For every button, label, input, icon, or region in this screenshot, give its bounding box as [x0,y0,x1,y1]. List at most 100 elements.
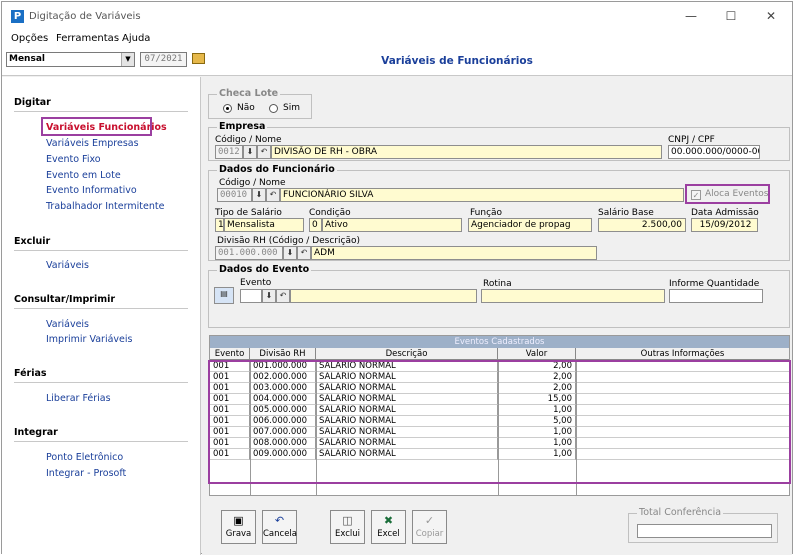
app-icon: P [11,10,24,23]
grava-button[interactable]: ▣ Grava [221,510,256,544]
excel-label: Excel [377,529,400,539]
func-codigo-label: Código / Nome [219,178,286,188]
condicao-code[interactable]: 0 [309,218,322,232]
tipo-salario-label: Tipo de Salário [215,208,282,218]
evento-code-field[interactable] [240,289,262,303]
sidebar-item-evento-em-lote[interactable]: Evento em Lote [46,170,121,181]
sidebar-item-consultar-variaveis[interactable]: Variáveis [46,319,89,330]
book-icon[interactable]: ▤ [214,287,234,304]
undo-icon: ↶ [274,514,285,527]
sidebar-item-liberar-ferias[interactable]: Liberar Férias [46,393,111,404]
radio-sim[interactable] [269,104,278,113]
cnpj-label: CNPJ / CPF [668,135,715,145]
sidebar-section-excluir: Excluir [14,236,51,247]
radio-nao-label: Não [237,103,255,113]
exclui-label: Exclui [334,529,361,539]
highlight-box [41,117,152,136]
empresa-codigo-label: Código / Nome [215,135,282,145]
evento-title: Dados do Evento [217,264,312,275]
funcionario-title: Dados do Funcionário [217,164,337,175]
sidebar-item-imprimir-variaveis[interactable]: Imprimir Variáveis [46,334,132,345]
sidebar-section-digitar: Digitar [14,97,51,108]
minimize-icon[interactable]: — [682,8,700,24]
column-header[interactable]: Outras Informações [576,348,789,360]
total-conferencia-field[interactable] [637,524,772,538]
sidebar-item-evento-fixo[interactable]: Evento Fixo [46,154,101,165]
informe-quantidade-field[interactable] [669,289,763,303]
excel-icon: ✖ [383,514,394,527]
download-icon[interactable]: ⬇ [262,289,276,303]
undo-icon[interactable]: ↶ [276,289,290,303]
radio-sim-label: Sim [283,103,300,113]
main-content: Checa Lote Não Sim Empresa Código / Nome… [202,77,792,555]
undo-icon[interactable]: ↶ [297,246,311,260]
sidebar-item-integrar-prosoft[interactable]: Integrar - Prosoft [46,468,126,479]
page-title: Variáveis de Funcionários [381,55,533,67]
menu-opcoes[interactable]: Opções [11,33,48,44]
divider [14,382,188,383]
condicao-field[interactable]: Ativo [322,218,462,232]
func-nome-field[interactable]: FUNCIONÁRIO SILVA [280,188,684,202]
divisao-field[interactable]: ADM [311,246,597,260]
funcionario-group: Dados do Funcionário Código / Nome 00010… [208,164,790,261]
rotina-field[interactable] [481,289,665,303]
radio-nao[interactable] [223,104,232,113]
sidebar-item-variaveis-empresas[interactable]: Variáveis Empresas [46,138,139,149]
menu-ferramentas[interactable]: Ferramentas [56,33,119,44]
trash-icon: ◫ [342,514,353,527]
funcao-field[interactable]: Agenciador de propag [468,218,592,232]
column-header[interactable]: Descrição [316,348,498,360]
divider [14,250,188,251]
menu-bar: Opções Ferramentas Ajuda [2,30,792,48]
menu-ajuda[interactable]: Ajuda [122,33,150,44]
tipo-salario-field[interactable]: Mensalista [224,218,304,232]
data-admissao-label: Data Admissão [691,208,759,218]
download-icon[interactable]: ⬇ [243,145,257,159]
maximize-icon[interactable]: ☐ [722,8,740,24]
column-header[interactable]: Divisão RH [250,348,316,360]
cancela-label: Cancela [263,529,298,539]
download-icon[interactable]: ⬇ [252,188,266,202]
divisao-label: Divisão RH (Código / Descrição) [217,236,360,246]
data-admissao-field[interactable]: 15/09/2012 [691,218,758,232]
sidebar-section-integrar: Integrar [14,427,58,438]
divider [14,308,188,309]
undo-icon[interactable]: ↶ [266,188,280,202]
copiar-button[interactable]: ✓ Copiar [412,510,447,544]
cancela-button[interactable]: ↶ Cancela [262,510,297,544]
func-codigo-field[interactable]: 00010 [217,188,252,202]
sidebar: Digitar Variáveis Funcionários Variáveis… [2,77,201,555]
total-conferencia-group: Total Conferência [628,507,778,543]
sidebar-section-ferias: Férias [14,368,47,379]
divisao-code-field[interactable]: 001.000.000 [215,246,283,260]
sidebar-item-trabalhador-intermitente[interactable]: Trabalhador Intermitente [46,201,164,212]
close-icon[interactable]: ✕ [762,8,780,24]
highlight-box [208,360,791,484]
checa-lote-group: Checa Lote Não Sim [208,88,312,119]
salario-base-field[interactable]: 2.500,00 [598,218,686,232]
sidebar-item-evento-informativo[interactable]: Evento Informativo [46,185,137,196]
divider [14,441,188,442]
excel-button[interactable]: ✖ Excel [371,510,406,544]
tipo-salario-code[interactable]: 1 [215,218,224,232]
check-icon: ✓ [424,514,435,527]
evento-descricao-field[interactable] [290,289,477,303]
rotina-label: Rotina [483,279,512,289]
table-caption: Eventos Cadastrados [210,336,789,348]
grava-label: Grava [225,529,252,539]
download-icon[interactable]: ⬇ [283,246,297,260]
title-bar: P Digitação de Variáveis — ☐ ✕ [2,2,792,30]
sidebar-item-excluir-variaveis[interactable]: Variáveis [46,260,89,271]
empresa-title: Empresa [217,121,268,132]
empresa-nome-field[interactable]: DIVISÃO DE RH - OBRA [271,145,662,159]
highlight-box [685,184,770,204]
save-icon: ▣ [233,514,244,527]
exclui-button[interactable]: ◫ Exclui [330,510,365,544]
column-header[interactable]: Valor [498,348,576,360]
copiar-label: Copiar [415,529,444,539]
empresa-codigo-field[interactable]: 0012 [215,145,243,159]
column-header[interactable]: Evento [210,348,250,360]
cnpj-field[interactable]: 00.000.000/0000-00 [668,145,760,159]
sidebar-item-ponto-eletronico[interactable]: Ponto Eletrônico [46,452,123,463]
undo-icon[interactable]: ↶ [257,145,271,159]
